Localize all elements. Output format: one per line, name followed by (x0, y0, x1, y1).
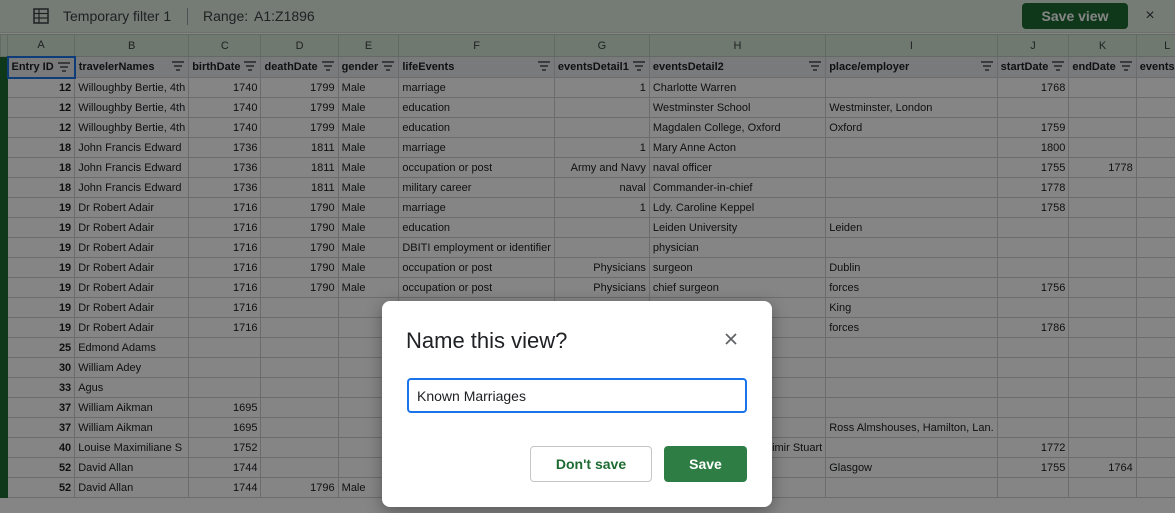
close-icon[interactable] (722, 330, 740, 348)
view-name-input[interactable] (407, 378, 747, 413)
dialog-title: Name this view? (406, 328, 568, 353)
dont-save-button[interactable]: Don't save (530, 446, 652, 482)
name-view-dialog: Name this view? Don't save Save (382, 301, 772, 507)
save-button[interactable]: Save (664, 446, 747, 482)
